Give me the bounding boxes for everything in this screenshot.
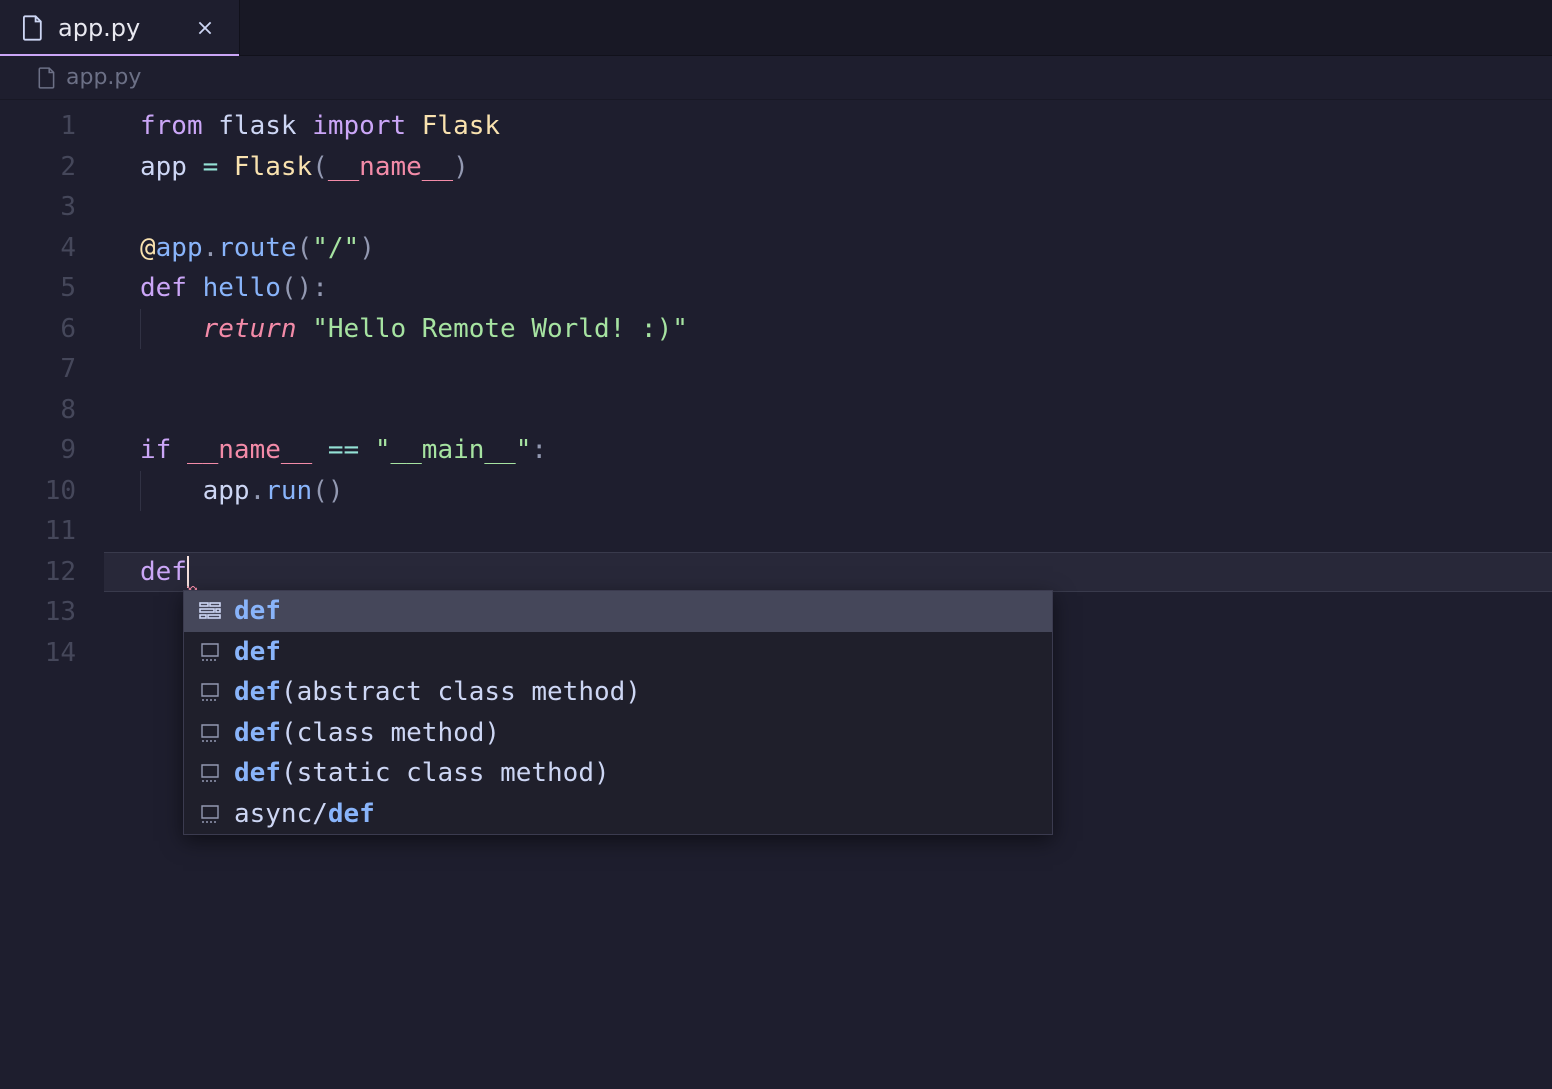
intellisense-popup[interactable]: def def def(abstract class method) xyxy=(183,590,1053,835)
code-line: if __name__ == "__main__": xyxy=(104,430,1552,471)
suggest-item[interactable]: def xyxy=(184,591,1052,632)
code-editor[interactable]: 1 2 3 4 5 6 7 8 9 10 11 12 13 14 from fl… xyxy=(0,100,1552,1089)
file-icon xyxy=(22,15,44,41)
line-number-gutter: 1 2 3 4 5 6 7 8 9 10 11 12 13 14 xyxy=(0,100,104,1089)
line-number: 3 xyxy=(0,187,104,228)
line-number: 12 xyxy=(0,552,104,593)
line-number: 14 xyxy=(0,633,104,674)
suggest-item[interactable]: def(static class method) xyxy=(184,753,1052,794)
keyword-icon xyxy=(198,599,222,623)
line-number: 8 xyxy=(0,390,104,431)
code-line xyxy=(104,349,1552,390)
suggest-label: async/def xyxy=(234,799,375,829)
code-line: @app.route("/") xyxy=(104,228,1552,269)
tab-bar: app.py xyxy=(0,0,1552,56)
suggest-label: def(abstract class method) xyxy=(234,677,641,707)
snippet-icon xyxy=(198,640,222,664)
close-icon xyxy=(196,19,214,37)
line-number: 5 xyxy=(0,268,104,309)
snippet-icon xyxy=(198,680,222,704)
code-line xyxy=(104,390,1552,431)
suggest-label: def(class method) xyxy=(234,718,500,748)
tab-app-py[interactable]: app.py xyxy=(0,0,240,55)
code-line: app = Flask(__name__) xyxy=(104,147,1552,188)
line-number: 4 xyxy=(0,228,104,269)
line-number: 10 xyxy=(0,471,104,512)
line-number: 11 xyxy=(0,511,104,552)
suggest-label: def(static class method) xyxy=(234,758,610,788)
suggest-item[interactable]: def(class method) xyxy=(184,713,1052,754)
code-area[interactable]: from flask import Flask app = Flask(__na… xyxy=(104,100,1552,1089)
breadcrumb-bar: app.py xyxy=(0,56,1552,100)
code-line: from flask import Flask xyxy=(104,106,1552,147)
tab-close-button[interactable] xyxy=(191,14,219,42)
code-line-current: def xyxy=(104,552,1552,593)
line-number: 2 xyxy=(0,147,104,188)
line-number: 6 xyxy=(0,309,104,350)
snippet-icon xyxy=(198,721,222,745)
line-number: 13 xyxy=(0,592,104,633)
line-number: 9 xyxy=(0,430,104,471)
snippet-icon xyxy=(198,761,222,785)
line-number: 7 xyxy=(0,349,104,390)
suggest-item[interactable]: def xyxy=(184,632,1052,673)
suggest-item[interactable]: async/def xyxy=(184,794,1052,835)
code-line: def hello(): xyxy=(104,268,1552,309)
suggest-label: def xyxy=(234,637,281,667)
file-icon xyxy=(38,67,56,89)
code-line: app.run() xyxy=(104,471,1552,512)
code-line xyxy=(104,511,1552,552)
code-line xyxy=(104,187,1552,228)
line-number: 1 xyxy=(0,106,104,147)
code-line: return "Hello Remote World! :)" xyxy=(104,309,1552,350)
breadcrumb-filename[interactable]: app.py xyxy=(66,65,141,90)
tab-label: app.py xyxy=(58,14,177,42)
suggest-item[interactable]: def(abstract class method) xyxy=(184,672,1052,713)
suggest-label: def xyxy=(234,596,281,626)
snippet-icon xyxy=(198,802,222,826)
